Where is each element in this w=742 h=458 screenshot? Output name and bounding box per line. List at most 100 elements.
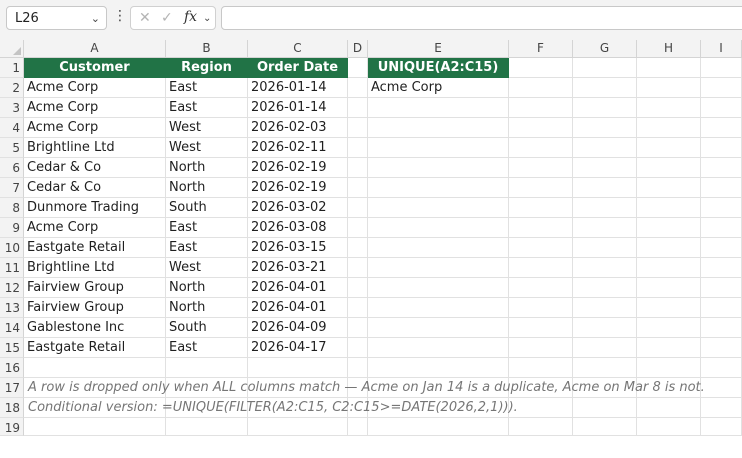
cell-i14[interactable] <box>701 318 742 338</box>
cell-d11[interactable] <box>348 258 368 278</box>
cell-e16[interactable] <box>368 358 509 378</box>
cell-f3[interactable] <box>509 98 573 118</box>
cell-b2[interactable]: East <box>166 78 248 98</box>
cell-a6[interactable]: Cedar & Co <box>24 158 166 178</box>
cell-i1[interactable] <box>701 58 742 78</box>
cell-i15[interactable] <box>701 338 742 358</box>
cell-a15[interactable]: Eastgate Retail <box>24 338 166 358</box>
cell-e1[interactable]: UNIQUE(A2:C15) <box>368 58 509 78</box>
name-box[interactable]: L26 ⌄ <box>6 6 107 30</box>
cell-c8[interactable]: 2026-03-02 <box>248 198 348 218</box>
row-header-6[interactable]: 6 <box>0 158 24 178</box>
cell-h9[interactable] <box>637 218 701 238</box>
cell-i8[interactable] <box>701 198 742 218</box>
cell-b1[interactable]: Region <box>166 58 248 78</box>
cell-i10[interactable] <box>701 238 742 258</box>
cell-a19[interactable] <box>24 418 166 436</box>
cell-f4[interactable] <box>509 118 573 138</box>
cell-d15[interactable] <box>348 338 368 358</box>
chevron-down-icon[interactable]: ⌄ <box>203 13 211 24</box>
row-header-19[interactable]: 19 <box>0 418 24 436</box>
cell-f10[interactable] <box>509 238 573 258</box>
cell-g10[interactable] <box>573 238 637 258</box>
cell-e8[interactable] <box>368 198 509 218</box>
cell-e19[interactable] <box>368 418 509 436</box>
cell-f15[interactable] <box>509 338 573 358</box>
cell-a1[interactable]: Customer <box>24 58 166 78</box>
cell-e4[interactable] <box>368 118 509 138</box>
cell-i16[interactable] <box>701 358 742 378</box>
row-header-13[interactable]: 13 <box>0 298 24 318</box>
cell-h15[interactable] <box>637 338 701 358</box>
row-header-12[interactable]: 12 <box>0 278 24 298</box>
cell-f5[interactable] <box>509 138 573 158</box>
cell-e11[interactable] <box>368 258 509 278</box>
cell-a14[interactable]: Gablestone Inc <box>24 318 166 338</box>
row-header-5[interactable]: 5 <box>0 138 24 158</box>
cell-g3[interactable] <box>573 98 637 118</box>
cell-f18[interactable] <box>509 398 573 418</box>
cell-b5[interactable]: West <box>166 138 248 158</box>
cell-a11[interactable]: Brightline Ltd <box>24 258 166 278</box>
cell-h13[interactable] <box>637 298 701 318</box>
cell-g19[interactable] <box>573 418 637 436</box>
cell-d10[interactable] <box>348 238 368 258</box>
column-header-c[interactable]: C <box>248 40 348 58</box>
cell-d16[interactable] <box>348 358 368 378</box>
cell-a9[interactable]: Acme Corp <box>24 218 166 238</box>
cell-g15[interactable] <box>573 338 637 358</box>
cell-g5[interactable] <box>573 138 637 158</box>
cell-g14[interactable] <box>573 318 637 338</box>
insert-function-icon[interactable]: fx <box>184 9 197 25</box>
cell-f7[interactable] <box>509 178 573 198</box>
cell-g12[interactable] <box>573 278 637 298</box>
cell-e12[interactable] <box>368 278 509 298</box>
column-header-d[interactable]: D <box>348 40 368 58</box>
column-header-h[interactable]: H <box>637 40 701 58</box>
row-header-17[interactable]: 17 <box>0 378 24 398</box>
cell-e2[interactable]: Acme Corp <box>368 78 509 98</box>
cell-h16[interactable] <box>637 358 701 378</box>
cell-b12[interactable]: North <box>166 278 248 298</box>
cell-b4[interactable]: West <box>166 118 248 138</box>
cell-g2[interactable] <box>573 78 637 98</box>
cell-c13[interactable]: 2026-04-01 <box>248 298 348 318</box>
row-header-18[interactable]: 18 <box>0 398 24 418</box>
cell-h6[interactable] <box>637 158 701 178</box>
cell-h1[interactable] <box>637 58 701 78</box>
cell-b13[interactable]: North <box>166 298 248 318</box>
cell-f11[interactable] <box>509 258 573 278</box>
cell-d8[interactable] <box>348 198 368 218</box>
cell-e3[interactable] <box>368 98 509 118</box>
cell-d2[interactable] <box>348 78 368 98</box>
cell-i19[interactable] <box>701 418 742 436</box>
cell-b9[interactable]: East <box>166 218 248 238</box>
cell-f14[interactable] <box>509 318 573 338</box>
cell-f2[interactable] <box>509 78 573 98</box>
cell-i9[interactable] <box>701 218 742 238</box>
column-header-e[interactable]: E <box>368 40 509 58</box>
cell-g6[interactable] <box>573 158 637 178</box>
cancel-icon[interactable]: ✕ <box>139 10 151 26</box>
more-options-icon[interactable]: ⋮ <box>113 9 127 23</box>
row-header-3[interactable]: 3 <box>0 98 24 118</box>
cell-h5[interactable] <box>637 138 701 158</box>
cell-c12[interactable]: 2026-04-01 <box>248 278 348 298</box>
cell-i18[interactable] <box>701 398 742 418</box>
cell-i5[interactable] <box>701 138 742 158</box>
cell-g9[interactable] <box>573 218 637 238</box>
row-header-1[interactable]: 1 <box>0 58 24 78</box>
cell-a16[interactable] <box>24 358 166 378</box>
cell-d14[interactable] <box>348 318 368 338</box>
cell-c9[interactable]: 2026-03-08 <box>248 218 348 238</box>
cell-d5[interactable] <box>348 138 368 158</box>
column-header-g[interactable]: G <box>573 40 637 58</box>
cell-c1[interactable]: Order Date <box>248 58 348 78</box>
cell-i6[interactable] <box>701 158 742 178</box>
cell-h7[interactable] <box>637 178 701 198</box>
cell-h10[interactable] <box>637 238 701 258</box>
cell-d19[interactable] <box>348 418 368 436</box>
cell-c19[interactable] <box>248 418 348 436</box>
cell-d12[interactable] <box>348 278 368 298</box>
cell-e7[interactable] <box>368 178 509 198</box>
